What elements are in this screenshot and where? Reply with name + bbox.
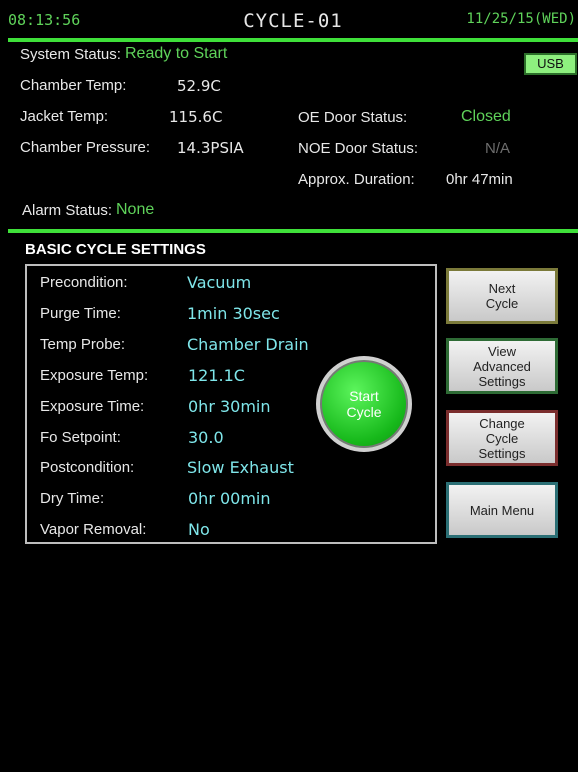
- noe-door-value: N/A: [485, 140, 511, 157]
- setting-label: Vapor Removal:: [40, 521, 147, 538]
- next-cycle-label: Next Cycle: [485, 281, 519, 311]
- setting-label: Purge Time:: [40, 305, 121, 322]
- setting-label: Postcondition:: [40, 459, 135, 476]
- oe-door-label: OE Door Status:: [298, 109, 408, 126]
- jacket-temp-label: Jacket Temp:: [20, 108, 109, 125]
- jacket-temp-value: 115.6C: [169, 108, 223, 126]
- top-divider: [8, 38, 578, 42]
- chamber-pressure-label: Chamber Pressure:: [20, 139, 151, 156]
- setting-value[interactable]: Vacuum: [187, 273, 251, 292]
- setting-label: Temp Probe:: [40, 336, 126, 353]
- setting-label: Precondition:: [40, 274, 128, 291]
- start-cycle-button[interactable]: Start Cycle: [316, 356, 412, 452]
- setting-value[interactable]: 30.0: [188, 428, 224, 447]
- setting-value[interactable]: 121.1C: [188, 366, 245, 385]
- setting-value[interactable]: 0hr 30min: [188, 397, 271, 416]
- setting-label: Fo Setpoint:: [40, 429, 121, 446]
- main-menu-label: Main Menu: [469, 502, 535, 518]
- chamber-pressure-value: 14.3PSIA: [177, 139, 244, 157]
- change-cycle-settings-button[interactable]: Change Cycle Settings: [446, 410, 558, 466]
- alarm-status-label: Alarm Status:: [22, 202, 113, 219]
- chamber-temp-value: 52.9C: [177, 77, 221, 95]
- setting-value[interactable]: Slow Exhaust: [187, 458, 294, 477]
- cycle-screen: 08:13:56 CYCLE-01 11/25/15(WED) System S…: [8, 8, 578, 772]
- setting-value[interactable]: No: [188, 520, 210, 539]
- next-cycle-button[interactable]: Next Cycle: [446, 268, 558, 324]
- chamber-temp-label: Chamber Temp:: [20, 77, 127, 94]
- setting-label: Dry Time:: [40, 490, 105, 507]
- start-cycle-label: Start Cycle: [346, 388, 382, 420]
- setting-value[interactable]: Chamber Drain: [187, 335, 309, 354]
- view-advanced-settings-label: View Advanced Settings: [473, 343, 531, 389]
- mid-divider: [8, 229, 578, 233]
- change-cycle-settings-label: Change Cycle Settings: [478, 415, 526, 461]
- date-display: 11/25/15(WED): [466, 11, 576, 27]
- alarm-status-value: None: [116, 201, 155, 218]
- settings-title: BASIC CYCLE SETTINGS: [25, 241, 206, 258]
- oe-door-value: Closed: [461, 108, 511, 125]
- setting-label: Exposure Temp:: [40, 367, 149, 384]
- setting-value[interactable]: 1min 30sec: [187, 304, 280, 323]
- main-menu-button[interactable]: Main Menu: [446, 482, 558, 538]
- view-advanced-settings-button[interactable]: View Advanced Settings: [446, 338, 558, 394]
- system-status-value: Ready to Start: [125, 45, 228, 62]
- top-bar: 08:13:56 CYCLE-01 11/25/15(WED): [8, 8, 578, 38]
- noe-door-label: NOE Door Status:: [298, 140, 419, 157]
- duration-label: Approx. Duration:: [298, 171, 415, 188]
- setting-value[interactable]: 0hr 00min: [188, 489, 271, 508]
- usb-indicator[interactable]: USB: [524, 53, 577, 75]
- setting-label: Exposure Time:: [40, 398, 145, 415]
- system-status-label: System Status:: [20, 46, 121, 63]
- duration-value: 0hr 47min: [446, 171, 513, 188]
